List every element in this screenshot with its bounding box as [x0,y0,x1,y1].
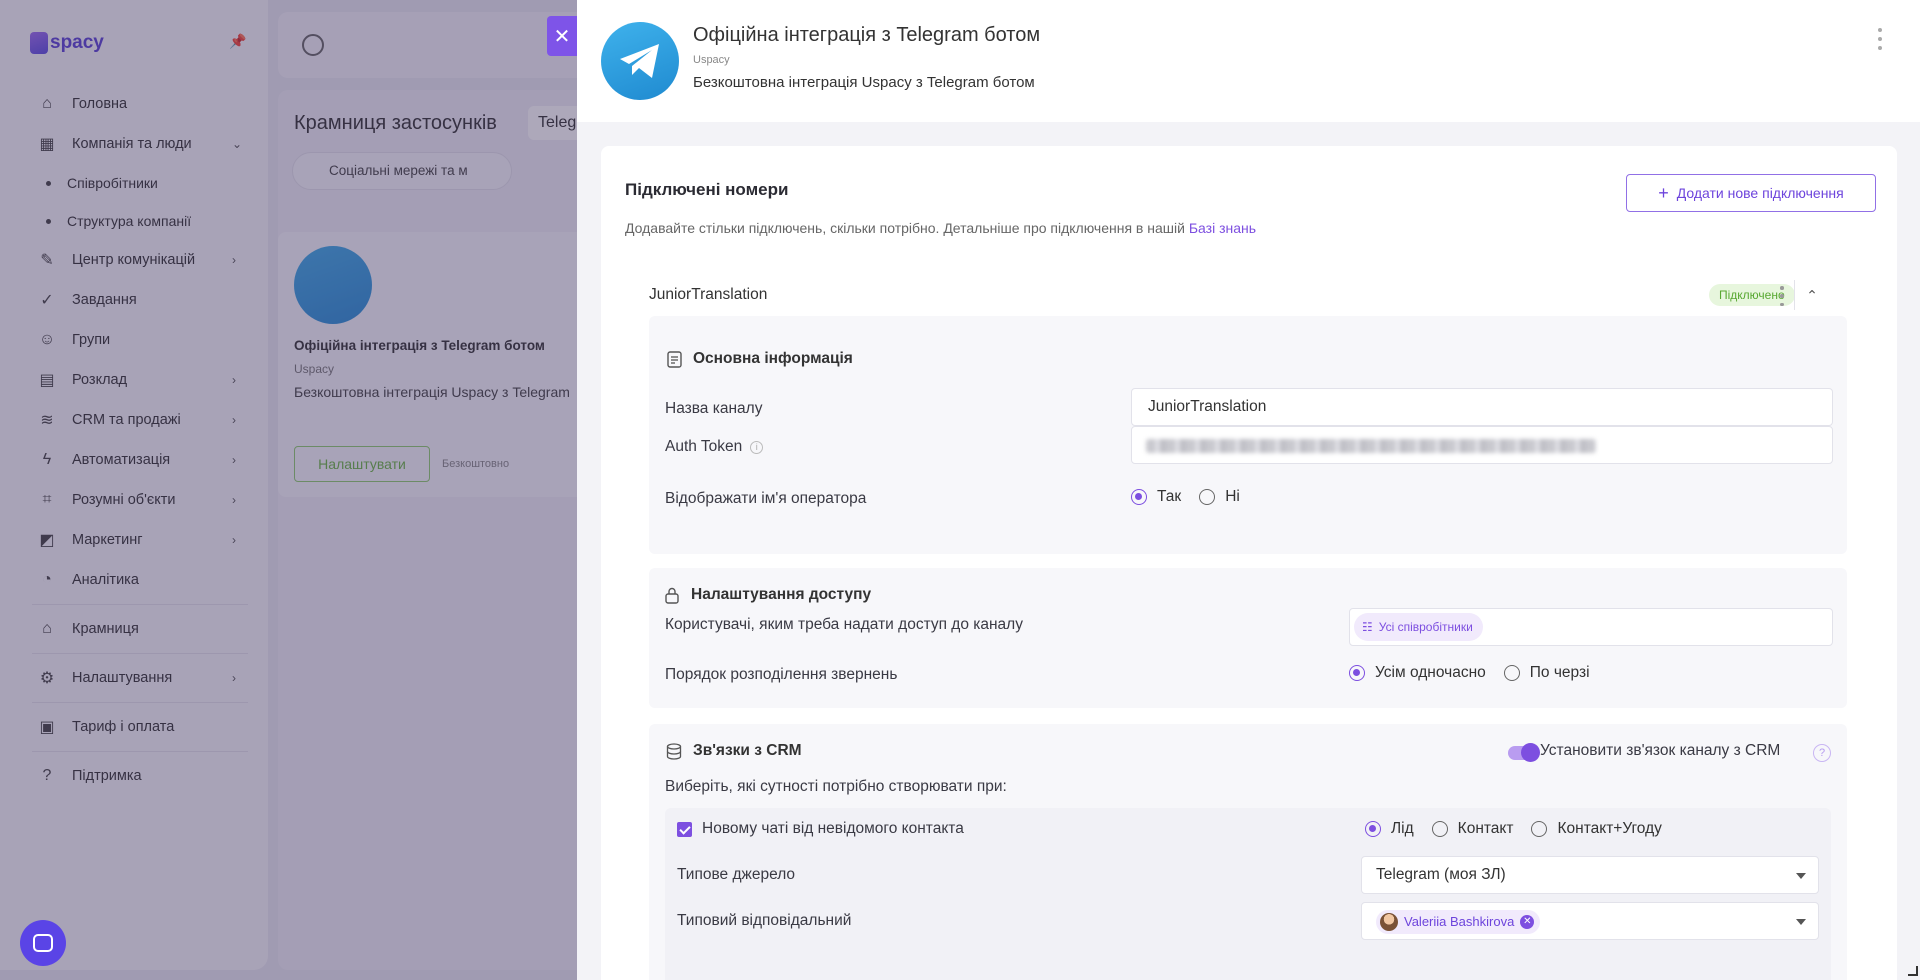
basic-info-title: Основна інформація [665,350,853,368]
connection-menu-icon[interactable] [1779,286,1785,306]
more-menu-icon[interactable] [1877,28,1883,50]
radio-label: Контакт+Угоду [1557,820,1662,837]
crm-title-text: Зв'язки з CRM [693,742,802,759]
crm-link-toggle-label: Установити зв'язок каналу з CRM [1540,742,1781,759]
crm-rules-panel: Новому чаті від невідомого контакта Лід … [665,808,1831,980]
owner-chip[interactable]: Valeriia Bashkirova ✕ [1376,910,1541,934]
radio-in-turn[interactable]: По черзі [1503,664,1590,682]
drawer-title: Офіційна інтеграція з Telegram ботом [693,24,1041,46]
new-chat-label: Новому чаті від невідомого контакта [702,820,964,837]
connection-name: JuniorTranslation [649,286,768,303]
crm-title: Зв'язки з CRM [665,742,802,760]
show-operator-radio-group: Так Ні [1131,488,1258,506]
radio-unchecked-icon [1503,665,1520,681]
divider [1794,280,1795,310]
default-source-label: Типове джерело [677,866,796,883]
default-source-select[interactable]: Telegram (моя ЗЛ) [1361,856,1819,894]
crm-block: Зв'язки з CRM Установити зв'язок каналу … [649,724,1847,980]
integration-drawer: Офіційна інтеграція з Telegram ботом Usp… [577,0,1920,980]
radio-yes[interactable]: Так [1131,488,1181,506]
default-source-value: Telegram (моя ЗЛ) [1376,866,1506,883]
owner-name: Valeriia Bashkirova [1404,914,1515,929]
resize-handle-icon[interactable] [1908,966,1918,976]
radio-label: Лід [1391,820,1414,837]
help-icon[interactable]: ? [1813,744,1831,762]
knowledge-base-link[interactable]: Базі знань [1189,220,1256,236]
plus-icon: + [1658,183,1669,203]
radio-checked-icon [1349,665,1365,681]
radio-label: Ні [1225,488,1240,505]
close-drawer-button[interactable]: ✕ [547,16,577,56]
add-connection-label: Додати нове підключення [1676,185,1844,201]
radio-label: По черзі [1529,664,1590,681]
blurred-token [1146,439,1596,453]
close-icon: ✕ [553,25,571,48]
remove-icon[interactable]: ✕ [1520,915,1535,929]
radio-label: Усім одночасно [1375,664,1486,681]
default-owner-select[interactable]: Valeriia Bashkirova ✕ [1361,902,1819,940]
access-title-text: Налаштування доступу [691,586,872,603]
basic-info-title-text: Основна інформація [693,350,853,367]
chip-label: Усі співробітники [1378,620,1473,634]
radio-contact[interactable]: Контакт [1431,820,1514,838]
section-title: Підключені номери [625,180,789,199]
drawer-description: Безкоштовна інтеграція Uspacy з Telegram… [693,74,1035,91]
radio-lead[interactable]: Лід [1365,820,1414,838]
chat-icon [33,934,53,952]
chevron-up-icon[interactable]: ⌄ [1802,283,1822,303]
access-users-select[interactable]: ☷ Усі співробітники [1349,608,1833,646]
new-chat-checkbox[interactable] [677,822,692,837]
channel-name-input[interactable]: JuniorTranslation [1131,388,1833,426]
default-owner-label: Типовий відповідальний [677,912,852,929]
connections-panel: Підключені номери Додавайте стільки підк… [601,146,1897,980]
radio-unchecked-icon [1199,489,1216,505]
caret-down-icon [1796,873,1806,879]
radio-all-at-once[interactable]: Усім одночасно [1349,664,1486,682]
crm-link-toggle[interactable] [1508,743,1540,762]
support-chat-button[interactable] [20,920,66,966]
auth-token-label-text: Auth Token [665,438,743,455]
access-users-label: Користувачі, яким треба надати доступ до… [665,616,1023,633]
caret-down-icon [1796,919,1806,925]
access-block: Налаштування доступу Користувачі, яким т… [649,568,1847,708]
channel-name-label: Назва каналу [665,400,763,417]
crm-prompt: Виберіть, які сутності потрібно створюва… [665,778,1007,795]
all-employees-chip[interactable]: ☷ Усі співробітники [1354,613,1483,641]
radio-no[interactable]: Ні [1199,488,1240,506]
avatar [1380,913,1398,931]
radio-label: Так [1157,488,1182,505]
radio-unchecked-icon [1531,821,1548,837]
distribution-order-label: Порядок розподілення звернень [665,666,898,683]
section-note: Додавайте стільки підключень, скільки по… [625,220,1256,236]
lock-icon [663,586,681,604]
access-title: Налаштування доступу [663,586,871,604]
add-connection-button[interactable]: + Додати нове підключення [1626,174,1876,212]
radio-unchecked-icon [1431,821,1448,837]
info-icon[interactable]: i [750,441,764,454]
entity-type-radio-group: Лід Контакт Контакт+Угоду [1365,820,1680,838]
auth-token-label: Auth Token i [665,438,764,456]
database-icon [665,742,683,760]
drawer-vendor: Uspacy [693,54,730,66]
telegram-logo-icon [601,22,679,100]
radio-checked-icon [1131,489,1147,505]
document-icon [665,350,683,368]
group-icon: ☷ [1362,620,1373,634]
basic-info-block: Основна інформація Назва каналу JuniorTr… [649,316,1847,554]
paper-plane-icon [620,44,659,78]
auth-token-input[interactable] [1131,426,1833,464]
drawer-header: Офіційна інтеграція з Telegram ботом Usp… [577,0,1920,122]
section-note-text: Додавайте стільки підключень, скільки по… [625,220,1189,236]
distribution-order-radio-group: Усім одночасно По черзі [1349,664,1608,682]
radio-checked-icon [1365,821,1381,837]
radio-contact-deal[interactable]: Контакт+Угоду [1531,820,1662,838]
radio-label: Контакт [1457,820,1514,837]
show-operator-label: Відображати ім'я оператора [665,490,867,507]
